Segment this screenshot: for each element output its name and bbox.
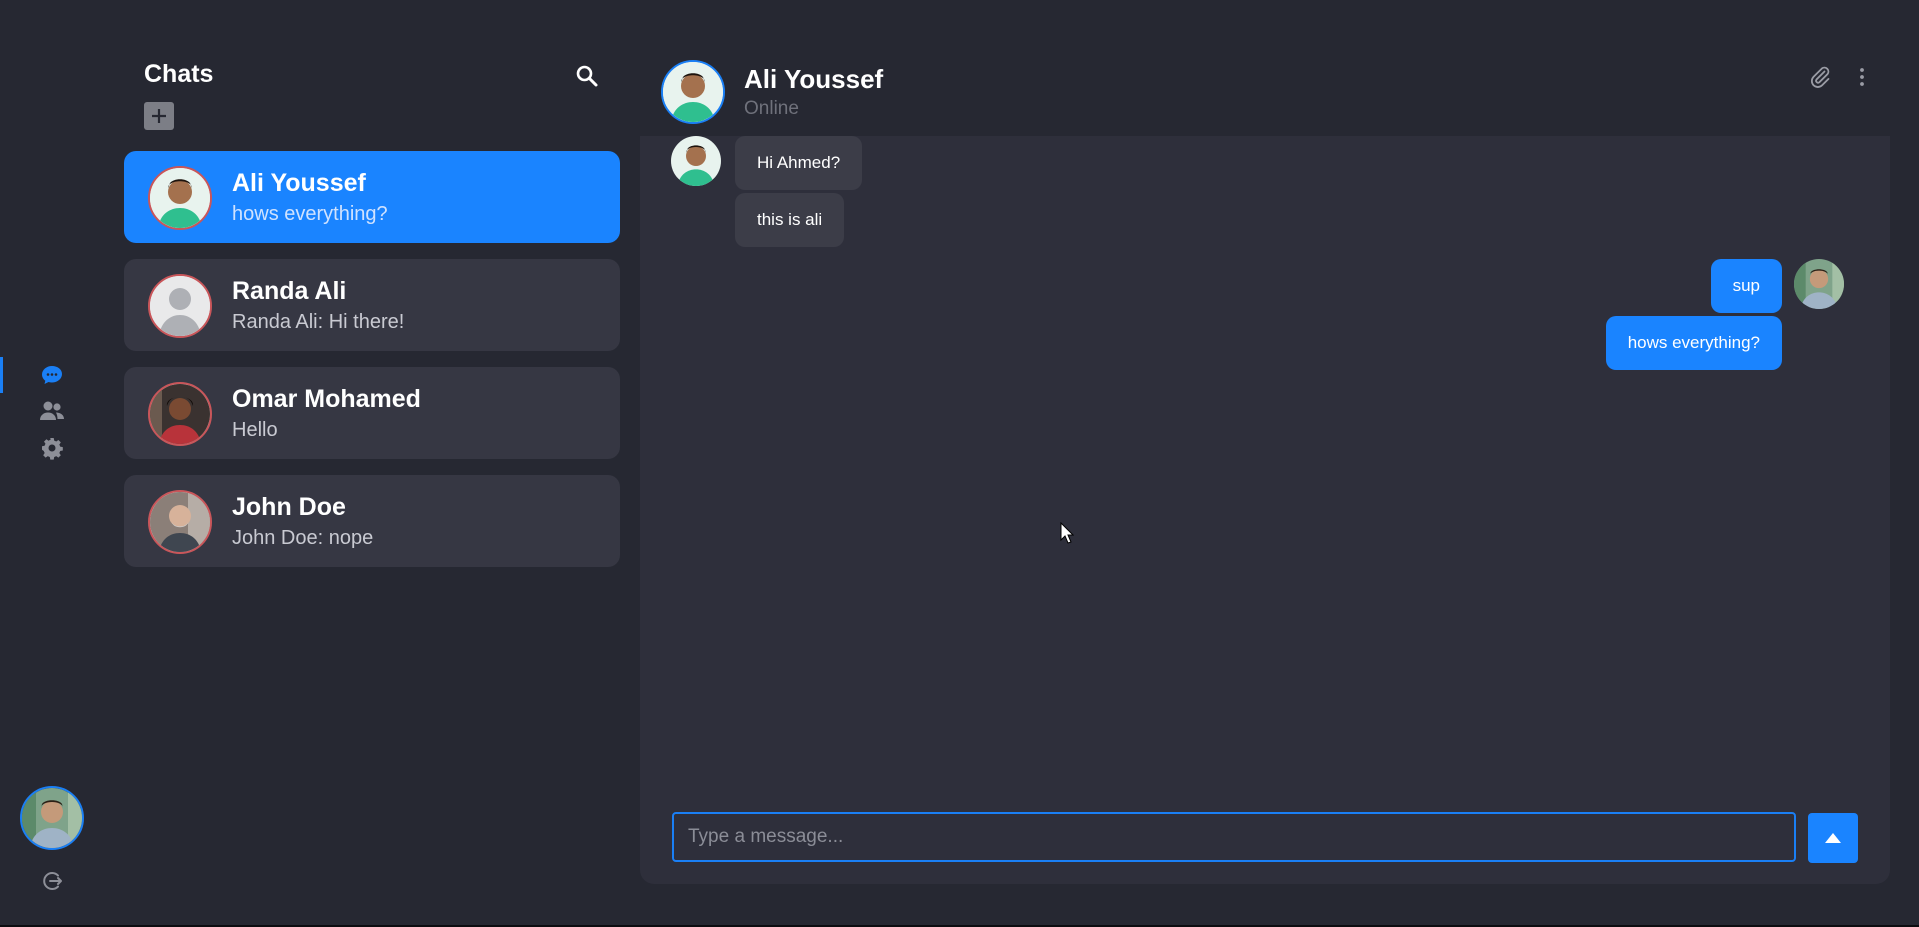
chat-name: Randa Ali — [232, 277, 347, 305]
chat-name: Omar Mohamed — [232, 385, 421, 413]
avatar — [148, 166, 212, 230]
search-icon[interactable] — [575, 64, 601, 90]
chat-last-message: John Doe: nope — [232, 527, 374, 549]
message-input[interactable] — [672, 812, 1796, 862]
paperclip-icon[interactable] — [1808, 65, 1832, 89]
contact-status: Online — [744, 98, 799, 119]
gear-icon[interactable] — [38, 434, 66, 462]
contacts-icon[interactable] — [38, 397, 66, 425]
avatar — [148, 274, 212, 338]
chat-item-john-doe[interactable]: John Doe John Doe: nope — [124, 475, 620, 567]
active-indicator — [0, 357, 3, 393]
nav-rail — [0, 0, 104, 925]
chat-list: Ali Youssef hows everything? Randa Ali R… — [124, 151, 620, 583]
contact-avatar[interactable] — [661, 60, 725, 124]
sender-avatar — [671, 136, 721, 186]
chat-name: John Doe — [232, 493, 346, 521]
message-bubble-incoming: Hi Ahmed? — [735, 136, 863, 190]
chat-bubble-icon[interactable] — [38, 361, 66, 389]
mouse-cursor-icon — [1060, 522, 1074, 544]
more-vertical-icon[interactable] — [1850, 65, 1874, 89]
avatar — [148, 382, 212, 446]
send-button[interactable] — [1808, 813, 1858, 863]
chat-last-message: hows everything? — [232, 203, 388, 225]
chat-name: Ali Youssef — [232, 169, 366, 197]
chat-item-omar-mohamed[interactable]: Omar Mohamed Hello — [124, 367, 620, 459]
sender-avatar — [1794, 259, 1844, 309]
send-arrow-icon — [1825, 833, 1841, 843]
chat-last-message: Hello — [232, 419, 278, 441]
message-bubble-outgoing: sup — [1710, 259, 1782, 313]
message-bubble-incoming: this is ali — [735, 193, 845, 247]
message-bubble-outgoing: hows everything? — [1605, 316, 1782, 370]
logout-icon[interactable] — [40, 869, 64, 893]
chat-item-randa-ali[interactable]: Randa Ali Randa Ali: Hi there! — [124, 259, 620, 351]
chats-title: Chats — [144, 60, 214, 88]
avatar — [148, 490, 212, 554]
chat-last-message: Randa Ali: Hi there! — [232, 311, 405, 333]
user-avatar[interactable] — [20, 786, 84, 850]
contact-name: Ali Youssef — [744, 64, 884, 94]
chat-item-ali-youssef[interactable]: Ali Youssef hows everything? — [124, 151, 620, 243]
plus-icon — [152, 109, 166, 123]
new-chat-button[interactable] — [144, 102, 174, 130]
